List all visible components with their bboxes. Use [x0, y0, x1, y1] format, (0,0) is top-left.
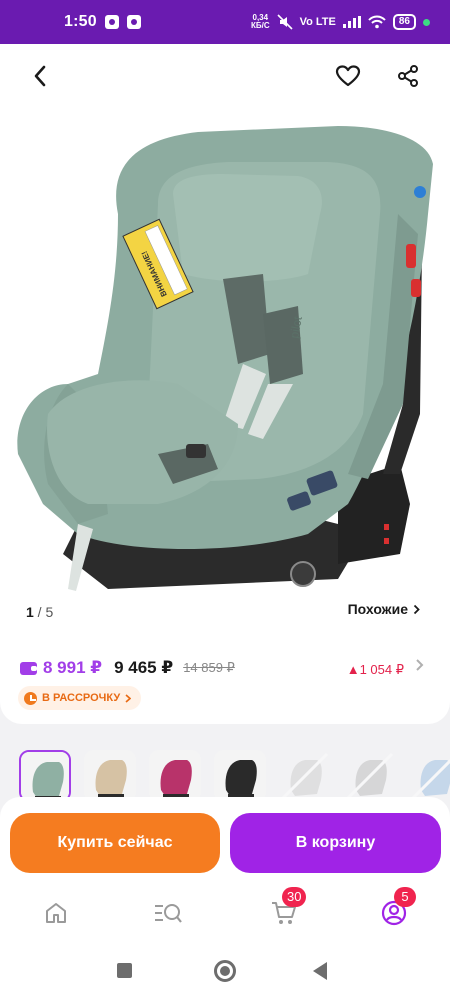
- status-dot: [423, 18, 430, 26]
- mute-icon: [277, 14, 293, 30]
- old-price: 14 859 ₽: [183, 660, 235, 675]
- network-speed: 0,34 КБ/С: [251, 14, 270, 30]
- chevron-left-icon: [34, 65, 46, 87]
- notification-app-icon: [104, 15, 119, 29]
- battery-icon: 86: [392, 14, 416, 30]
- variant-thumbnail[interactable]: [149, 750, 201, 802]
- notification-app-icon-2: [126, 15, 141, 29]
- status-bar: 1:50 0,34 КБ/С Vo LTE 86: [0, 0, 450, 44]
- variant-thumbnail[interactable]: [279, 750, 331, 802]
- price-change[interactable]: ▲1 054 ₽: [347, 662, 404, 678]
- signal-icon: [342, 16, 361, 28]
- bottom-tab-bar: 30 5: [0, 885, 450, 943]
- home-icon: [46, 903, 66, 923]
- regular-price: 9 465 ₽: [114, 658, 174, 677]
- variant-thumbnail[interactable]: [344, 750, 396, 802]
- back-nav-button[interactable]: [313, 962, 327, 980]
- chevron-right-icon[interactable]: [415, 658, 424, 672]
- wallet-icon: [20, 661, 37, 675]
- wifi-icon: [368, 15, 386, 29]
- variant-thumbnail[interactable]: [19, 750, 71, 802]
- tab-catalog[interactable]: [146, 893, 190, 933]
- price-change-value: ▲1 054 ₽: [346, 662, 404, 677]
- tab-cart[interactable]: 30: [262, 887, 307, 933]
- share-icon: [398, 65, 418, 87]
- tab-profile[interactable]: 5: [372, 887, 416, 933]
- recent-apps-button[interactable]: [117, 963, 132, 978]
- add-to-cart-button[interactable]: В корзину: [230, 813, 441, 873]
- system-navigation: [0, 945, 450, 1000]
- chevron-right-icon: [125, 693, 132, 703]
- buy-now-button[interactable]: Купить сейчас: [10, 813, 220, 873]
- similar-products-label: Похожие: [347, 601, 408, 617]
- image-counter-separator: /: [33, 604, 46, 620]
- variant-seat-image: [214, 750, 266, 802]
- product-card: ВНИМАНИЕ! pilot 1 / 5 Похожие 8 991 ₽ 9 …: [0, 44, 450, 724]
- image-counter-current: 1: [26, 604, 34, 620]
- installment-badge[interactable]: В РАССРОЧКУ: [18, 686, 142, 710]
- similar-products-link[interactable]: Похожие: [348, 601, 420, 617]
- variant-seat-image: [84, 750, 136, 802]
- tab-home[interactable]: [34, 893, 78, 933]
- image-counter: 1 / 5: [26, 604, 53, 620]
- card-price: 8 991 ₽: [43, 658, 103, 677]
- variant-seat-image: [21, 752, 69, 800]
- variant-seat-image: [344, 750, 396, 802]
- status-time: 1:50: [64, 13, 97, 30]
- profile-badge: 5: [394, 887, 416, 907]
- variant-thumbnail[interactable]: [84, 750, 136, 802]
- favorite-button[interactable]: [330, 58, 366, 94]
- chevron-right-icon: [413, 604, 420, 614]
- variant-thumbnail[interactable]: [214, 750, 266, 802]
- price-row: 8 991 ₽ 9 465 ₽ 14 859 ₽: [20, 658, 235, 678]
- network-speed-unit: КБ/С: [250, 21, 270, 30]
- bottom-action-bar: Купить сейчас В корзину 30 5: [0, 797, 450, 1000]
- volte-label: Vo LTE: [299, 16, 336, 28]
- installment-icon: [24, 691, 37, 705]
- back-button[interactable]: [22, 58, 58, 94]
- catalog-search-icon: [155, 904, 182, 923]
- variant-seat-image: [409, 750, 450, 802]
- heart-icon: [335, 65, 361, 87]
- share-button[interactable]: [390, 58, 426, 94]
- home-button[interactable]: [214, 960, 236, 982]
- cart-badge: 30: [282, 887, 307, 907]
- variant-seat-image: [149, 750, 201, 802]
- variant-seat-image: [279, 750, 331, 802]
- variant-thumbnail[interactable]: [409, 750, 450, 802]
- installment-label: В РАССРОЧКУ: [42, 692, 121, 704]
- product-gallery[interactable]: ВНИМАНИЕ! pilot: [0, 44, 450, 604]
- product-image: ВНИМАНИЕ! pilot: [17, 126, 434, 591]
- image-counter-total: 5: [45, 604, 54, 620]
